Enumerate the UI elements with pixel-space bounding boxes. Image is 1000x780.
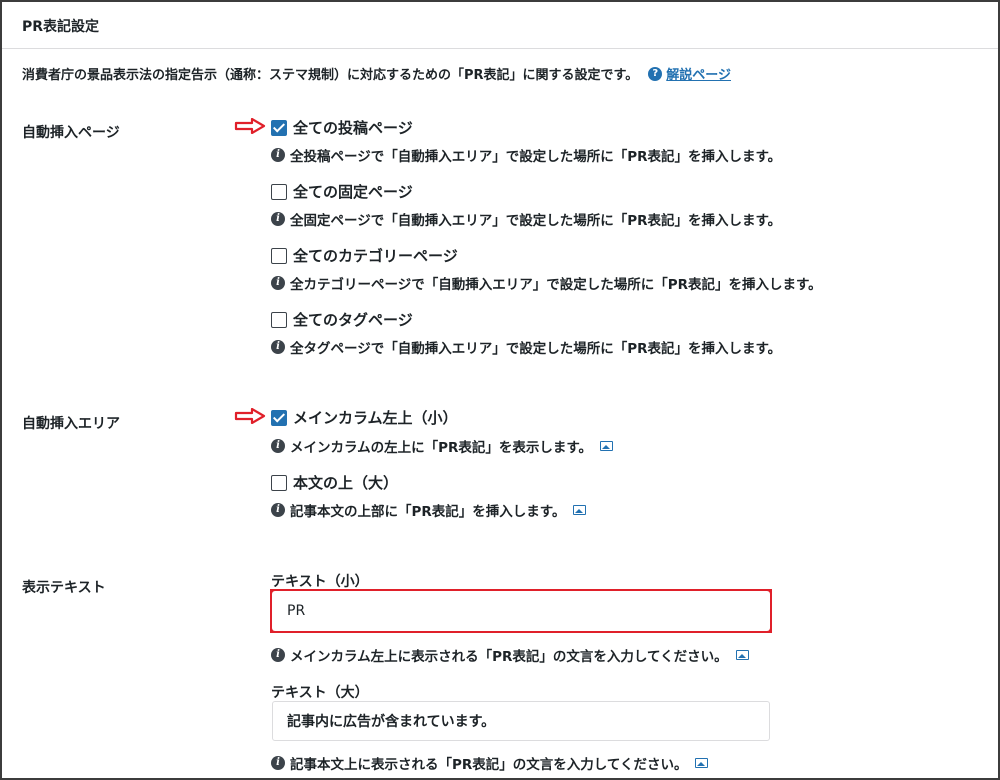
option-info-text: 全投稿ページで「自動挿入エリア」で設定した場所に「PR表記」を挿入します。 (290, 149, 782, 165)
option-info: i 全カテゴリーページで「自動挿入エリア」で設定した場所に「PR表記」を挿入しま… (271, 273, 822, 293)
info-circle-icon: i (271, 439, 285, 453)
option-label: 全てのカテゴリーページ (293, 247, 458, 265)
option-info-text: 全タグページで「自動挿入エリア」で設定した場所に「PR表記」を挿入します。 (290, 341, 782, 357)
checkbox-all-categories[interactable] (271, 247, 287, 264)
checkbox-above-content[interactable] (271, 474, 287, 491)
text-large-input[interactable]: 記事内に広告が含まれています。 (272, 701, 770, 741)
option-label: 全ての固定ページ (293, 183, 413, 201)
option-all-categories: 全てのカテゴリーページ (271, 245, 458, 266)
text-small-info-text: メインカラム左上に表示される「PR表記」の文言を入力してください。 (290, 649, 728, 665)
option-above-content: 本文の上（大） (271, 472, 398, 493)
info-circle-icon: i (271, 148, 285, 162)
question-circle-icon: ? (648, 66, 663, 81)
divider (2, 48, 998, 49)
auto-insert-area-label: 自動挿入エリア (22, 416, 120, 432)
text-small-input[interactable]: PR (272, 591, 770, 631)
text-large-info-text: 記事本文上に表示される「PR表記」の文言を入力してください。 (290, 757, 688, 773)
option-all-posts: 全ての投稿ページ (271, 117, 413, 138)
info-circle-icon: i (271, 648, 285, 662)
option-info-text: 全カテゴリーページで「自動挿入エリア」で設定した場所に「PR表記」を挿入します。 (290, 277, 822, 293)
option-info-text: メインカラムの左上に「PR表記」を表示します。 (290, 440, 593, 456)
info-circle-icon: i (271, 212, 285, 226)
option-info: i 記事本文の上部に「PR表記」を挿入します。 (271, 500, 587, 520)
option-info: i 全固定ページで「自動挿入エリア」で設定した場所に「PR表記」を挿入します。 (271, 209, 781, 229)
settings-panel: PR表記設定 消費者庁の景品表示法の指定告示（通称：ステマ規制）に対応するための… (0, 0, 1000, 780)
help-page-link[interactable]: 解説ページ (666, 64, 731, 83)
text-large-info: i 記事本文上に表示される「PR表記」の文言を入力してください。 (271, 753, 709, 773)
option-info-text: 記事本文の上部に「PR表記」を挿入します。 (290, 504, 566, 520)
checkbox-main-column-top-left[interactable] (271, 409, 287, 426)
description-text: 消費者庁の景品表示法の指定告示（通称：ステマ規制）に対応するための「PR表記」に… (22, 68, 639, 83)
display-text-label: 表示テキスト (22, 580, 106, 596)
option-all-pages: 全ての固定ページ (271, 181, 413, 202)
option-all-tags: 全てのタグページ (271, 309, 413, 330)
section-title: PR表記設定 (22, 19, 100, 35)
info-circle-icon: i (271, 276, 285, 290)
image-preview-icon[interactable] (695, 758, 709, 768)
image-preview-icon[interactable] (735, 650, 749, 660)
option-info: i 全タグページで「自動挿入エリア」で設定した場所に「PR表記」を挿入します。 (271, 337, 781, 357)
option-main-column-top-left: メインカラム左上（小） (271, 407, 458, 428)
option-label: メインカラム左上（小） (293, 409, 458, 427)
text-small-info: i メインカラム左上に表示される「PR表記」の文言を入力してください。 (271, 645, 749, 665)
option-info-text: 全固定ページで「自動挿入エリア」で設定した場所に「PR表記」を挿入します。 (290, 213, 782, 229)
info-circle-icon: i (271, 340, 285, 354)
image-preview-icon[interactable] (600, 441, 614, 451)
red-arrow-right-icon (234, 408, 266, 424)
checkbox-all-posts[interactable] (271, 119, 287, 136)
info-circle-icon: i (271, 756, 285, 770)
image-preview-icon[interactable] (573, 505, 587, 515)
option-label: 本文の上（大） (293, 474, 399, 492)
text-large-label: テキスト（大） (271, 685, 369, 701)
checkbox-all-pages[interactable] (271, 183, 287, 200)
option-label: 全ての投稿ページ (293, 119, 413, 137)
text-small-label: テキスト（小） (271, 574, 369, 590)
option-info: i メインカラムの左上に「PR表記」を表示します。 (271, 436, 614, 456)
section-description: 消費者庁の景品表示法の指定告示（通称：ステマ規制）に対応するための「PR表記」に… (22, 64, 731, 83)
red-arrow-right-icon (234, 118, 266, 134)
option-label: 全てのタグページ (293, 311, 413, 329)
auto-insert-page-label: 自動挿入ページ (22, 125, 120, 141)
info-circle-icon: i (271, 503, 285, 517)
option-info: i 全投稿ページで「自動挿入エリア」で設定した場所に「PR表記」を挿入します。 (271, 145, 781, 165)
checkbox-all-tags[interactable] (271, 311, 287, 328)
